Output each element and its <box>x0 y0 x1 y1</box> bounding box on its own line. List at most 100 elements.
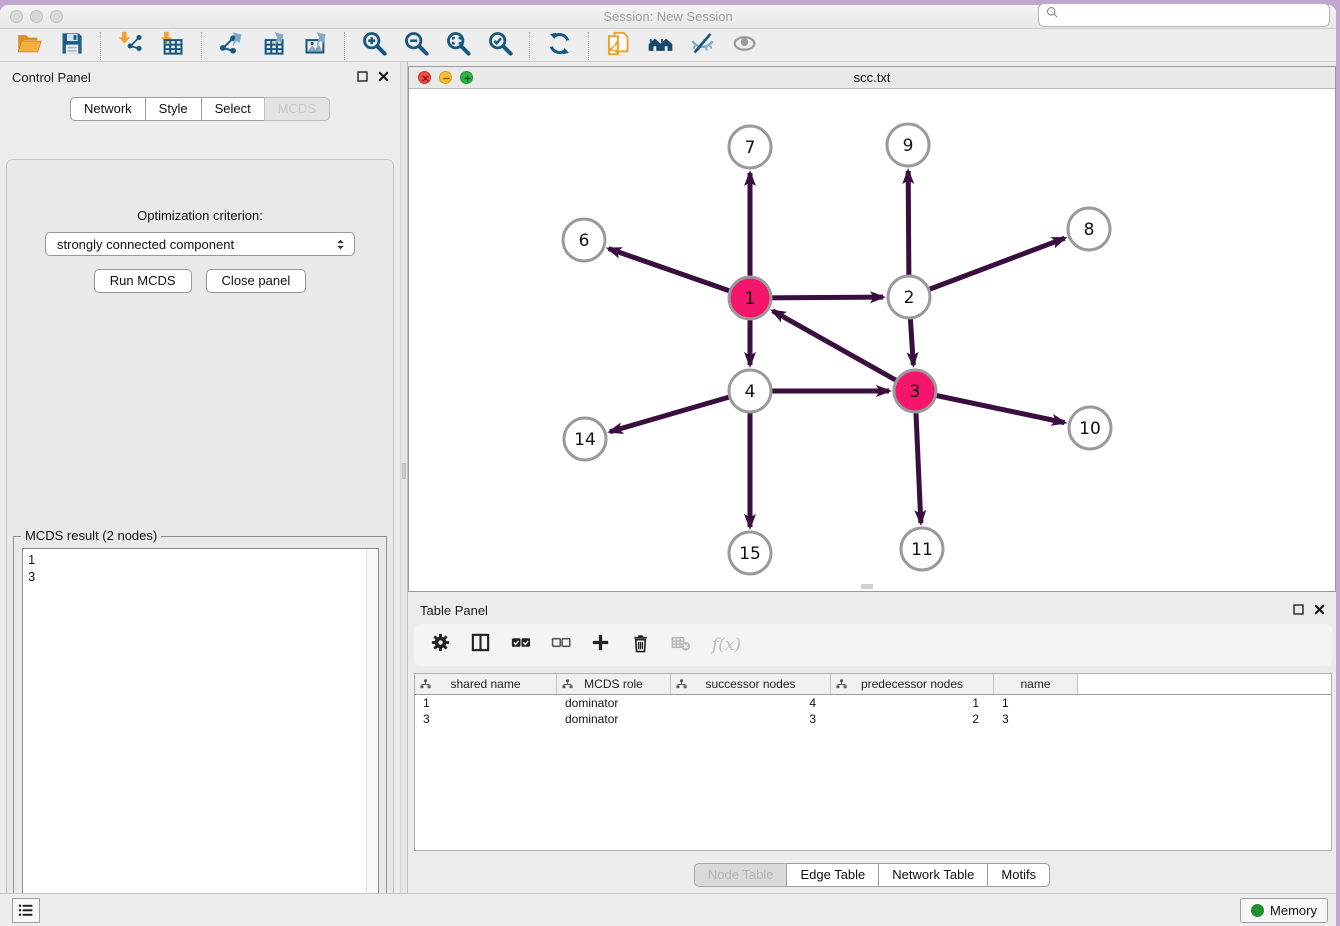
table-panel: Table Panel f(x) shared nameMCDS rolesuc… <box>408 595 1336 890</box>
canvas-hscroll-handle[interactable] <box>861 584 873 589</box>
tab-node-table[interactable]: Node Table <box>694 863 788 887</box>
result-scrollbar[interactable] <box>366 550 377 909</box>
import-network-icon <box>117 30 144 62</box>
search-box[interactable] <box>1038 3 1330 27</box>
table-body: 1dominator4113dominator323 <box>415 695 1331 727</box>
table-row[interactable]: 3dominator323 <box>415 711 1331 727</box>
trash-button[interactable] <box>630 632 651 658</box>
zoom-in-icon <box>361 30 388 62</box>
export-image-button[interactable] <box>298 31 332 61</box>
graph-node-14[interactable]: 14 <box>564 418 606 460</box>
cell-successor-nodes[interactable]: 3 <box>671 711 831 727</box>
tab-motifs[interactable]: Motifs <box>987 863 1050 887</box>
tab-network-table[interactable]: Network Table <box>878 863 988 887</box>
refresh-button[interactable] <box>542 31 576 61</box>
task-history-button[interactable] <box>12 898 40 923</box>
cell-successor-nodes[interactable]: 4 <box>671 695 831 711</box>
close-panel-button[interactable]: Close panel <box>206 269 307 293</box>
close-panel-icon[interactable] <box>377 70 390 88</box>
tab-mcds[interactable]: MCDS <box>264 97 330 121</box>
home-pair-button[interactable] <box>643 31 677 61</box>
edge-3-1[interactable] <box>773 311 915 391</box>
plus-button[interactable] <box>590 632 611 658</box>
export-table-button[interactable] <box>256 31 290 61</box>
search-input[interactable] <box>1064 7 1323 23</box>
memory-label: Memory <box>1270 903 1317 918</box>
cell-name[interactable]: 1 <box>994 695 1078 711</box>
mcds-result-textarea[interactable]: 13 <box>22 548 379 911</box>
uncheck-all-button[interactable] <box>550 632 571 658</box>
cell-shared-name[interactable]: 1 <box>415 695 557 711</box>
splitter-grip[interactable] <box>402 463 406 479</box>
zoom-in-button[interactable] <box>357 31 391 61</box>
column-header-predecessor-nodes[interactable]: predecessor nodes <box>831 674 994 694</box>
minimize-view-button[interactable] <box>439 71 452 84</box>
clone-network-button[interactable] <box>601 31 635 61</box>
tab-network[interactable]: Network <box>70 97 146 121</box>
toolbar-separator <box>100 32 101 60</box>
graph-node-15[interactable]: 15 <box>729 532 771 574</box>
graph-node-6[interactable]: 6 <box>563 219 605 261</box>
eye-disabled-button[interactable] <box>727 31 761 61</box>
memory-button[interactable]: Memory <box>1240 898 1328 923</box>
network-canvas[interactable]: 7 9 6 8 1 2 4 3 14 10 15 11 <box>409 89 1335 591</box>
panel-splitter[interactable] <box>400 62 408 893</box>
column-header-shared-name[interactable]: shared name <box>415 674 557 694</box>
edge-2-8[interactable] <box>909 238 1065 297</box>
column-header-name[interactable]: name <box>994 674 1078 694</box>
function-builder-button[interactable]: f(x) <box>712 635 741 655</box>
float-panel-icon[interactable] <box>356 70 369 88</box>
check-all-button[interactable] <box>510 632 531 658</box>
columns-button[interactable] <box>470 632 491 658</box>
run-mcds-button[interactable]: Run MCDS <box>94 269 192 293</box>
graph-node-11[interactable]: 11 <box>901 528 943 570</box>
graph-node-2[interactable]: 2 <box>888 276 930 318</box>
zoom-fit-button[interactable] <box>441 31 475 61</box>
table-toolbar: f(x) <box>414 624 1332 666</box>
column-header-successor-nodes[interactable]: successor nodes <box>671 674 831 694</box>
edge-3-10[interactable] <box>915 391 1065 423</box>
save-button[interactable] <box>54 31 88 61</box>
node-label: 8 <box>1084 220 1095 240</box>
tab-edge-table[interactable]: Edge Table <box>786 863 879 887</box>
graph-node-9[interactable]: 9 <box>887 124 929 166</box>
cell-name[interactable]: 3 <box>994 711 1078 727</box>
float-table-panel-icon[interactable] <box>1292 603 1305 621</box>
zoom-out-button[interactable] <box>399 31 433 61</box>
cell-shared-name[interactable]: 3 <box>415 711 557 727</box>
graph-node-4[interactable]: 4 <box>729 370 771 412</box>
graph-node-1[interactable]: 1 <box>729 277 771 319</box>
tab-select[interactable]: Select <box>201 97 265 121</box>
import-table-button[interactable] <box>155 31 189 61</box>
graph-node-8[interactable]: 8 <box>1068 208 1110 250</box>
cell-MCDS-role[interactable]: dominator <box>557 695 671 711</box>
tab-style[interactable]: Style <box>145 97 202 121</box>
zoom-selected-button[interactable] <box>483 31 517 61</box>
export-network-button[interactable] <box>214 31 248 61</box>
cell-predecessor-nodes[interactable]: 1 <box>831 695 994 711</box>
import-network-button[interactable] <box>113 31 147 61</box>
gear-button[interactable] <box>430 632 451 658</box>
result-line: 3 <box>28 568 373 585</box>
folder-open-button[interactable] <box>12 31 46 61</box>
gear-icon <box>430 632 451 658</box>
grid-x-button[interactable] <box>670 632 691 658</box>
criterion-value: strongly connected component <box>57 237 234 252</box>
optimization-criterion-select[interactable]: strongly connected component <box>45 232 355 256</box>
column-tree-icon <box>420 679 431 693</box>
graph-node-3[interactable]: 3 <box>894 370 936 412</box>
cell-MCDS-role[interactable]: dominator <box>557 711 671 727</box>
column-label: successor nodes <box>705 677 795 691</box>
graph-node-10[interactable]: 10 <box>1069 407 1111 449</box>
cell-predecessor-nodes[interactable]: 2 <box>831 711 994 727</box>
graph-node-7[interactable]: 7 <box>729 126 771 168</box>
trash-icon <box>630 632 651 658</box>
close-view-button[interactable] <box>418 71 431 84</box>
home-pair-icon <box>647 30 674 62</box>
zoom-view-button[interactable] <box>460 71 473 84</box>
close-table-panel-icon[interactable] <box>1313 603 1326 621</box>
table-row[interactable]: 1dominator411 <box>415 695 1331 711</box>
hide-eye-button[interactable] <box>685 31 719 61</box>
network-window-titlebar[interactable]: scc.txt <box>409 67 1335 89</box>
column-header-MCDS-role[interactable]: MCDS role <box>557 674 671 694</box>
